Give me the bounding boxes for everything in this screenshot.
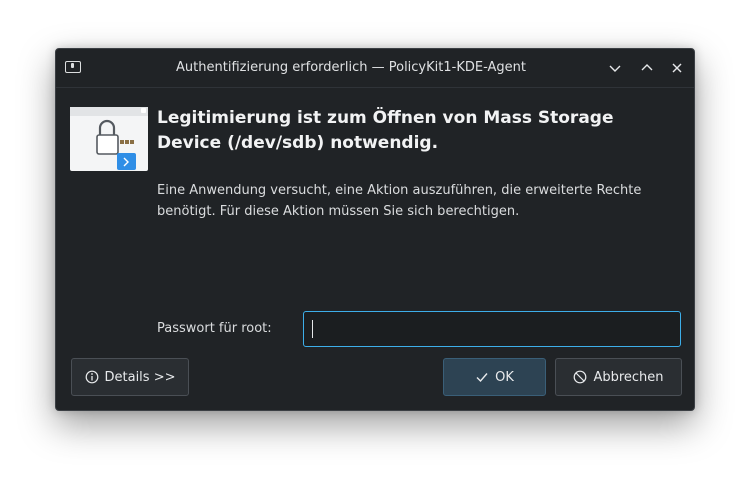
ok-button[interactable]: OK bbox=[443, 358, 546, 396]
password-label: Passwort für root: bbox=[157, 321, 272, 336]
details-button-label: Details >> bbox=[104, 369, 176, 385]
auth-dialog-window: Authentifizierung erforderlich — PolicyK… bbox=[55, 48, 695, 411]
cancel-button-label: Abbrechen bbox=[593, 369, 664, 385]
text-cursor bbox=[312, 320, 313, 338]
window-title: Authentifizierung erforderlich — PolicyK… bbox=[176, 60, 526, 75]
minimize-button[interactable] bbox=[606, 59, 624, 77]
ok-button-label: OK bbox=[495, 369, 514, 385]
cancel-icon bbox=[574, 370, 587, 384]
maximize-button[interactable] bbox=[638, 59, 656, 77]
chevron-up-icon bbox=[641, 64, 653, 71]
auth-description: Eine Anwendung versucht, eine Aktion aus… bbox=[157, 183, 642, 219]
titlebar[interactable]: Authentifizierung erforderlich — PolicyK… bbox=[56, 49, 694, 88]
chevron-down-icon bbox=[609, 65, 621, 72]
info-icon bbox=[85, 370, 98, 384]
auth-headline: Legitimierung ist zum Öffnen von Mass St… bbox=[157, 108, 614, 153]
close-button[interactable] bbox=[668, 59, 686, 77]
details-button[interactable]: Details >> bbox=[71, 358, 189, 396]
drive-lock-icon bbox=[70, 107, 148, 171]
cancel-button[interactable]: Abbrechen bbox=[555, 358, 682, 396]
close-icon bbox=[672, 63, 682, 73]
checkmark-icon bbox=[476, 373, 488, 383]
password-input[interactable] bbox=[303, 311, 681, 347]
